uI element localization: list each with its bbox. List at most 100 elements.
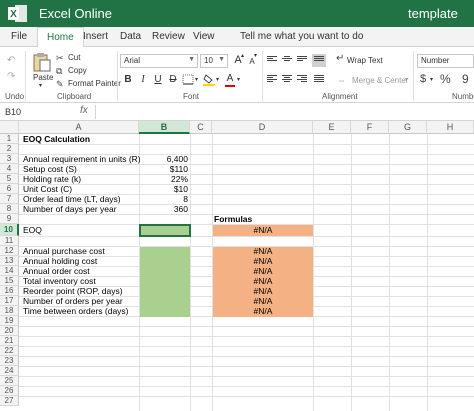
row-header-21[interactable]: 21 [0, 336, 19, 346]
row-header-12[interactable]: 12 [0, 246, 19, 256]
cell-a7[interactable]: Order lead time (LT, days) [23, 194, 121, 204]
currency-button[interactable]: $ [420, 73, 426, 85]
cell-a6[interactable]: Unit Cost (C) [23, 184, 72, 194]
formula-input[interactable] [95, 105, 471, 119]
cell-a15[interactable]: Total inventory cost [23, 276, 96, 286]
cell-a17[interactable]: Number of orders per year [23, 296, 123, 306]
column-header-c[interactable]: C [190, 121, 212, 134]
paste-dropdown-icon[interactable]: ▾ [39, 82, 42, 89]
row-header-25[interactable]: 25 [0, 376, 19, 386]
spreadsheet-grid[interactable]: A B C D E F G H 1 2 3 4 5 6 7 8 9 10 11 … [0, 121, 474, 411]
cell-a8[interactable]: Number of days per year [23, 204, 117, 214]
tab-data[interactable]: Data [120, 31, 141, 42]
bottom-align-icon[interactable] [297, 56, 307, 65]
cell-a3[interactable]: Annual requirement in units (R) [23, 154, 141, 164]
underline-button[interactable]: U [152, 73, 164, 86]
font-size-dropdown[interactable]: 10 ▼ [200, 54, 228, 68]
comma-style-button[interactable]: 9 [462, 73, 469, 85]
column-header-d[interactable]: D [212, 121, 313, 134]
row-header-10[interactable]: 10 [0, 224, 19, 236]
font-color-dropdown-icon[interactable]: ▾ [237, 76, 240, 83]
cell-a12[interactable]: Annual purchase cost [23, 246, 105, 256]
column-header-a[interactable]: A [19, 121, 139, 134]
copy-button[interactable]: Copy [68, 66, 87, 75]
row-header-2[interactable]: 2 [0, 144, 19, 154]
row-header-20[interactable]: 20 [0, 326, 19, 336]
row-header-9[interactable]: 9 [0, 214, 19, 224]
cell-b6[interactable]: $10 [140, 184, 188, 194]
cell-a4[interactable]: Setup cost (S) [23, 164, 77, 174]
cell-d15[interactable]: #N/A [213, 276, 313, 286]
copy-icon[interactable]: ⧉ [56, 65, 62, 77]
tell-me-search[interactable]: Tell me what you want to do [240, 31, 363, 42]
merge-icon[interactable]: ⇔ [337, 74, 346, 86]
fill-color-dropdown-icon[interactable]: ▾ [216, 76, 219, 83]
cell-d12[interactable]: #N/A [213, 246, 313, 256]
row-header-3[interactable]: 3 [0, 154, 19, 164]
row-header-13[interactable]: 13 [0, 256, 19, 266]
row-header-7[interactable]: 7 [0, 194, 19, 204]
cell-d13[interactable]: #N/A [213, 256, 313, 266]
row-header-26[interactable]: 26 [0, 386, 19, 396]
row-header-17[interactable]: 17 [0, 296, 19, 306]
name-box[interactable]: B10 [3, 105, 73, 119]
tab-review[interactable]: Review [152, 31, 185, 42]
merge-center-button[interactable]: Merge & Center [352, 76, 408, 85]
cell-a13[interactable]: Annual holding cost [23, 256, 97, 266]
borders-dropdown-icon[interactable]: ▾ [195, 76, 198, 83]
row-header-4[interactable]: 4 [0, 164, 19, 174]
redo-icon[interactable]: ↷ [7, 71, 15, 83]
percent-button[interactable]: % [440, 73, 451, 85]
cell-d17[interactable]: #N/A [213, 296, 313, 306]
borders-icon[interactable] [182, 74, 194, 85]
fx-icon[interactable]: fx [80, 105, 88, 116]
row-header-8[interactable]: 8 [0, 204, 19, 214]
column-header-e[interactable]: E [313, 121, 351, 134]
wrap-text-icon[interactable]: ↵ [336, 53, 344, 65]
cell-b4[interactable]: $110 [140, 164, 188, 174]
merge-dropdown-icon[interactable]: ▾ [405, 76, 408, 83]
align-left-icon[interactable] [267, 75, 277, 84]
font-color-icon[interactable]: A [224, 72, 236, 85]
row-header-6[interactable]: 6 [0, 184, 19, 194]
cell-a1-title[interactable]: EOQ Calculation [23, 134, 90, 144]
cut-button[interactable]: Cut [68, 53, 80, 62]
row-header-16[interactable]: 16 [0, 286, 19, 296]
align-right-icon[interactable] [297, 75, 307, 84]
bold-button[interactable]: B [122, 73, 134, 86]
middle-align-icon[interactable] [282, 56, 292, 65]
cell-b8[interactable]: 360 [140, 204, 188, 214]
select-all-corner[interactable] [0, 121, 19, 134]
row-header-1[interactable]: 1 [0, 134, 19, 144]
align-justify-icon[interactable] [314, 75, 324, 84]
paste-button[interactable]: Paste [33, 73, 53, 82]
active-cell-b10[interactable] [139, 224, 191, 237]
top-align-icon[interactable] [267, 56, 277, 65]
row-header-11[interactable]: 11 [0, 236, 19, 246]
cell-a5[interactable]: Holding rate (k) [23, 174, 81, 184]
cell-a10[interactable]: EOQ [23, 225, 42, 235]
column-header-f[interactable]: F [351, 121, 389, 134]
undo-icon[interactable]: ↶ [7, 55, 15, 67]
cell-d14[interactable]: #N/A [213, 266, 313, 276]
column-header-b[interactable]: B [139, 121, 190, 134]
cell-a16[interactable]: Reorder point (ROP, days) [23, 286, 123, 296]
tab-insert[interactable]: Insert [83, 31, 108, 42]
currency-dropdown-icon[interactable]: ▾ [430, 76, 433, 83]
number-format-dropdown[interactable]: Number [417, 54, 474, 68]
row-header-23[interactable]: 23 [0, 356, 19, 366]
cell-d16[interactable]: #N/A [213, 286, 313, 296]
cell-a14[interactable]: Annual order cost [23, 266, 90, 276]
tab-view[interactable]: View [193, 31, 215, 42]
excel-logo-icon[interactable]: X [8, 4, 28, 23]
row-header-22[interactable]: 22 [0, 346, 19, 356]
row-header-24[interactable]: 24 [0, 366, 19, 376]
row-header-27[interactable]: 27 [0, 396, 19, 406]
cell-b3[interactable]: 6,400 [140, 154, 188, 164]
cell-d9-formulas-header[interactable]: Formulas [214, 214, 252, 224]
font-name-dropdown[interactable]: Arial ▼ [120, 54, 198, 68]
cell-d10[interactable]: #N/A [213, 225, 313, 235]
fill-color-icon[interactable] [203, 73, 215, 86]
italic-button[interactable]: I [137, 73, 149, 86]
document-title[interactable]: template [408, 6, 458, 21]
